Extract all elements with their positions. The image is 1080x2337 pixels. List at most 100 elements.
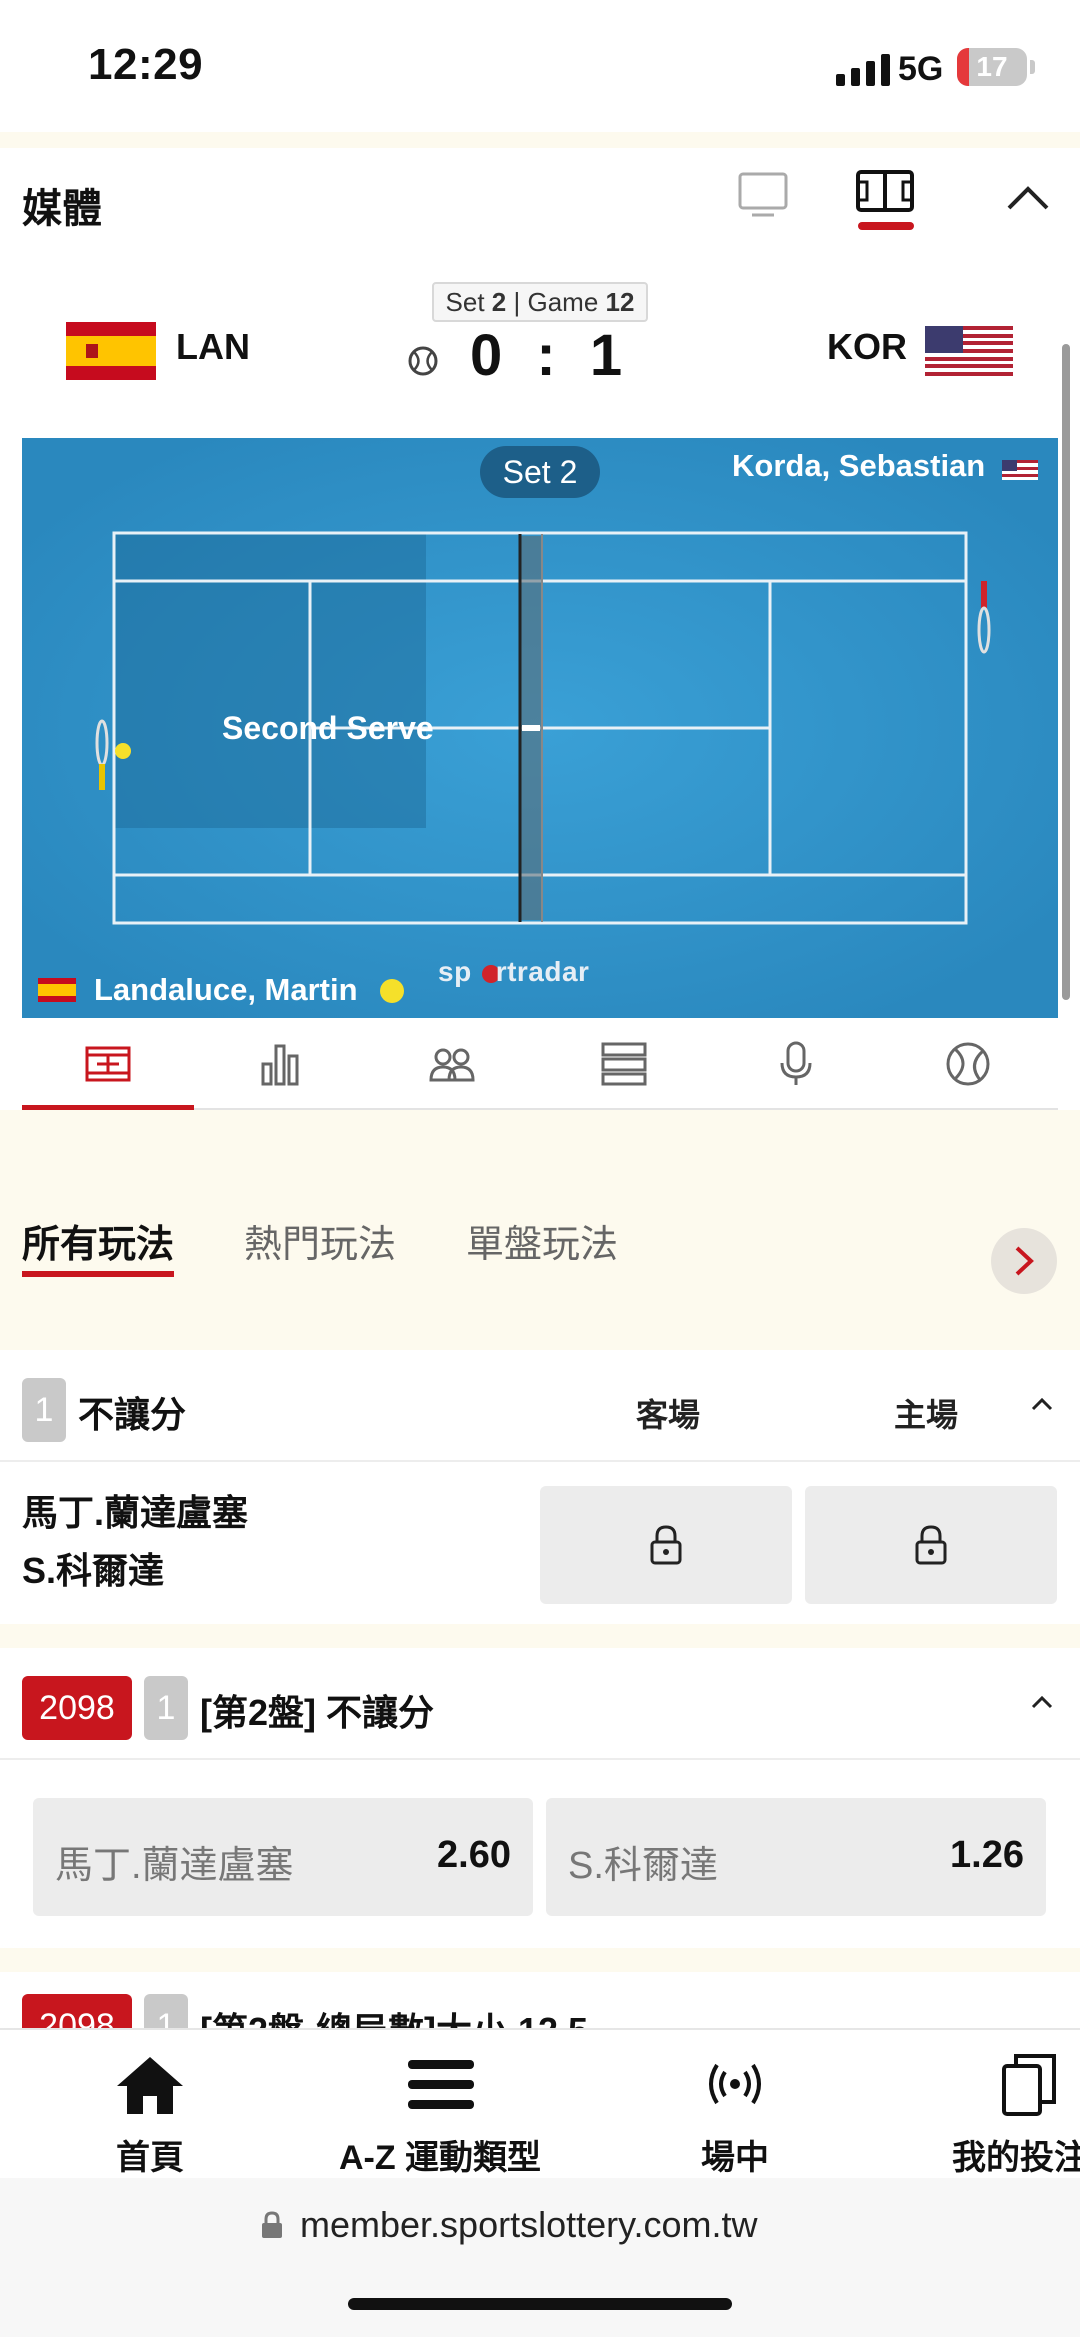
battery-icon: 17 [957,48,1027,86]
tab-stats[interactable] [194,1018,366,1110]
us-flag-icon [925,326,1013,376]
market-header-set2-total-games[interactable]: 2098 1 [第2盤-總局數]大小 12.5 [0,1972,1080,2028]
market-header-moneyline[interactable]: 1 不讓分 客場 主場 [0,1350,1080,1462]
nav-sports-az[interactable]: A-Z 運動類型 [325,2030,555,2180]
set-label: Set [445,287,485,317]
market-row: 馬丁.蘭達盧塞 S.科爾達 [0,1462,1080,1624]
live-broadcast-icon [709,2063,761,2105]
nav-my-bets-label: 我的投注 [952,2139,1080,2177]
market-row: 馬丁.蘭達盧塞 2.60 S.科爾達 1.26 [0,1760,1080,1948]
away-score: 1 [589,323,627,388]
tab-all-markets[interactable]: 所有玩法 [22,1213,175,1277]
tab-set-markets[interactable]: 單盤玩法 [466,1213,618,1268]
col-home: 主場 [894,1397,959,1433]
chevron-up-icon[interactable] [1030,1396,1054,1412]
logo-prefix: sp [438,956,472,987]
tv-icon[interactable] [738,172,788,218]
tennis-ball-icon [408,346,438,376]
chevron-up-icon[interactable] [1030,1694,1054,1710]
nav-live[interactable]: 場中 [680,2030,790,2180]
market-code-badge: 2098 [22,1676,132,1740]
market-count-badge: 1 [144,1676,188,1740]
court-drawing [22,438,1058,1018]
media-header: 媒體 [0,148,1080,256]
tracker-tabs [22,1018,1058,1110]
player1-name: 馬丁.蘭達盧塞 [22,1492,249,1533]
spacer-band [0,1110,1080,1135]
market-count-badge: 1 [144,1994,188,2028]
url-text: member.sportslottery.com.tw [300,2204,758,2245]
lock-icon [650,1525,682,1565]
court-icon [85,1046,131,1082]
list-icon [601,1042,647,1086]
serve-status: Second Serve [222,710,434,746]
player2-name: S.科爾達 [22,1550,165,1591]
score-display: 0 : 1 [470,322,626,389]
spacer-band [0,1948,1080,1972]
network-label: 5G [898,50,944,88]
tab-list[interactable] [538,1018,710,1110]
tab-court[interactable] [22,1018,194,1110]
set-pill: Set 2 [480,446,600,498]
tab-players[interactable] [366,1018,538,1110]
odds-value: 2.60 [437,1834,511,1876]
spacer-band [0,1624,1080,1648]
status-bar: 12:29 5G 17 [0,0,1080,132]
logo-suffix: rtradar [495,956,590,987]
pitch-tracker-icon[interactable] [856,170,914,212]
home-indicator[interactable] [348,2298,732,2310]
chevron-up-icon[interactable] [1006,184,1050,212]
odds-away-locked[interactable] [540,1486,792,1604]
odds-home-locked[interactable] [805,1486,1057,1604]
away-team: KOR [827,326,907,367]
odds-button-player1[interactable]: 馬丁.蘭達盧塞 2.60 [33,1798,533,1916]
market-title: [第2盤] 不讓分 [200,1692,435,1733]
odds-button-player2[interactable]: S.科爾達 1.26 [546,1798,1046,1916]
home-icon [117,2057,183,2114]
odds-name: 馬丁.蘭達盧塞 [55,1845,294,1887]
lock-icon [915,1525,947,1565]
scrollbar[interactable] [1062,344,1070,1000]
tennis-court-tracker: Set 2 Korda, Sebastian Second Serve Land… [22,438,1058,1018]
next-tab-button[interactable] [991,1228,1057,1294]
microphone-icon [780,1041,812,1085]
market-title: 不讓分 [78,1394,187,1435]
clock: 12:29 [88,40,204,89]
spacer-band [0,132,1080,148]
bottom-player-name: Landaluce, Martin [94,972,358,1007]
browser-url-bar[interactable]: member.sportslottery.com.tw [0,2178,1080,2337]
bottom-navigation: 首頁 A-Z 運動類型 場中 我的投注 [0,2028,1080,2185]
media-title: 媒體 [22,187,102,231]
odds-name: S.科爾達 [568,1845,718,1887]
top-player-name: Korda, Sebastian [732,448,986,483]
market-count-badge: 1 [22,1378,66,1442]
tab-commentary[interactable] [710,1018,882,1110]
game-number: 12 [605,287,635,317]
separator: | [513,287,521,317]
tab-popular-markets[interactable]: 熱門玩法 [244,1213,396,1268]
lock-icon [262,2211,282,2238]
scoreboard: Set 2 | Game 12 LAN 0 : 1 KOR [0,256,1080,436]
col-away: 客場 [636,1397,701,1433]
market-title: [第2盤-總局數]大小 12.5 [200,2002,588,2028]
tab-tennis[interactable] [882,1018,1054,1110]
market-code-badge: 2098 [22,1994,132,2028]
nav-sports-az-label: A-Z 運動類型 [338,2139,542,2177]
bar-chart-icon [261,1044,299,1086]
tennis-ball-icon [946,1042,990,1086]
home-team: LAN [176,326,250,367]
chevron-right-icon [1015,1246,1034,1276]
nav-home-label: 首頁 [116,2139,184,2177]
nav-my-bets[interactable]: 我的投注 [950,2030,1080,2180]
sportradar-logo: sp rtradar [438,956,589,988]
nav-home[interactable]: 首頁 [90,2030,210,2180]
home-score: 0 [470,323,507,388]
set-number: 2 [491,287,507,317]
score-colon: : [536,323,560,388]
market-header-set2-moneyline[interactable]: 2098 1 [第2盤] 不讓分 [0,1648,1080,1760]
battery-tip [1030,60,1035,74]
market-tabs: 所有玩法 熱門玩法 單盤玩法 [0,1135,1080,1350]
game-label: Game [527,287,599,317]
battery-level: 17 [976,51,1008,82]
active-media-indicator [858,222,914,230]
